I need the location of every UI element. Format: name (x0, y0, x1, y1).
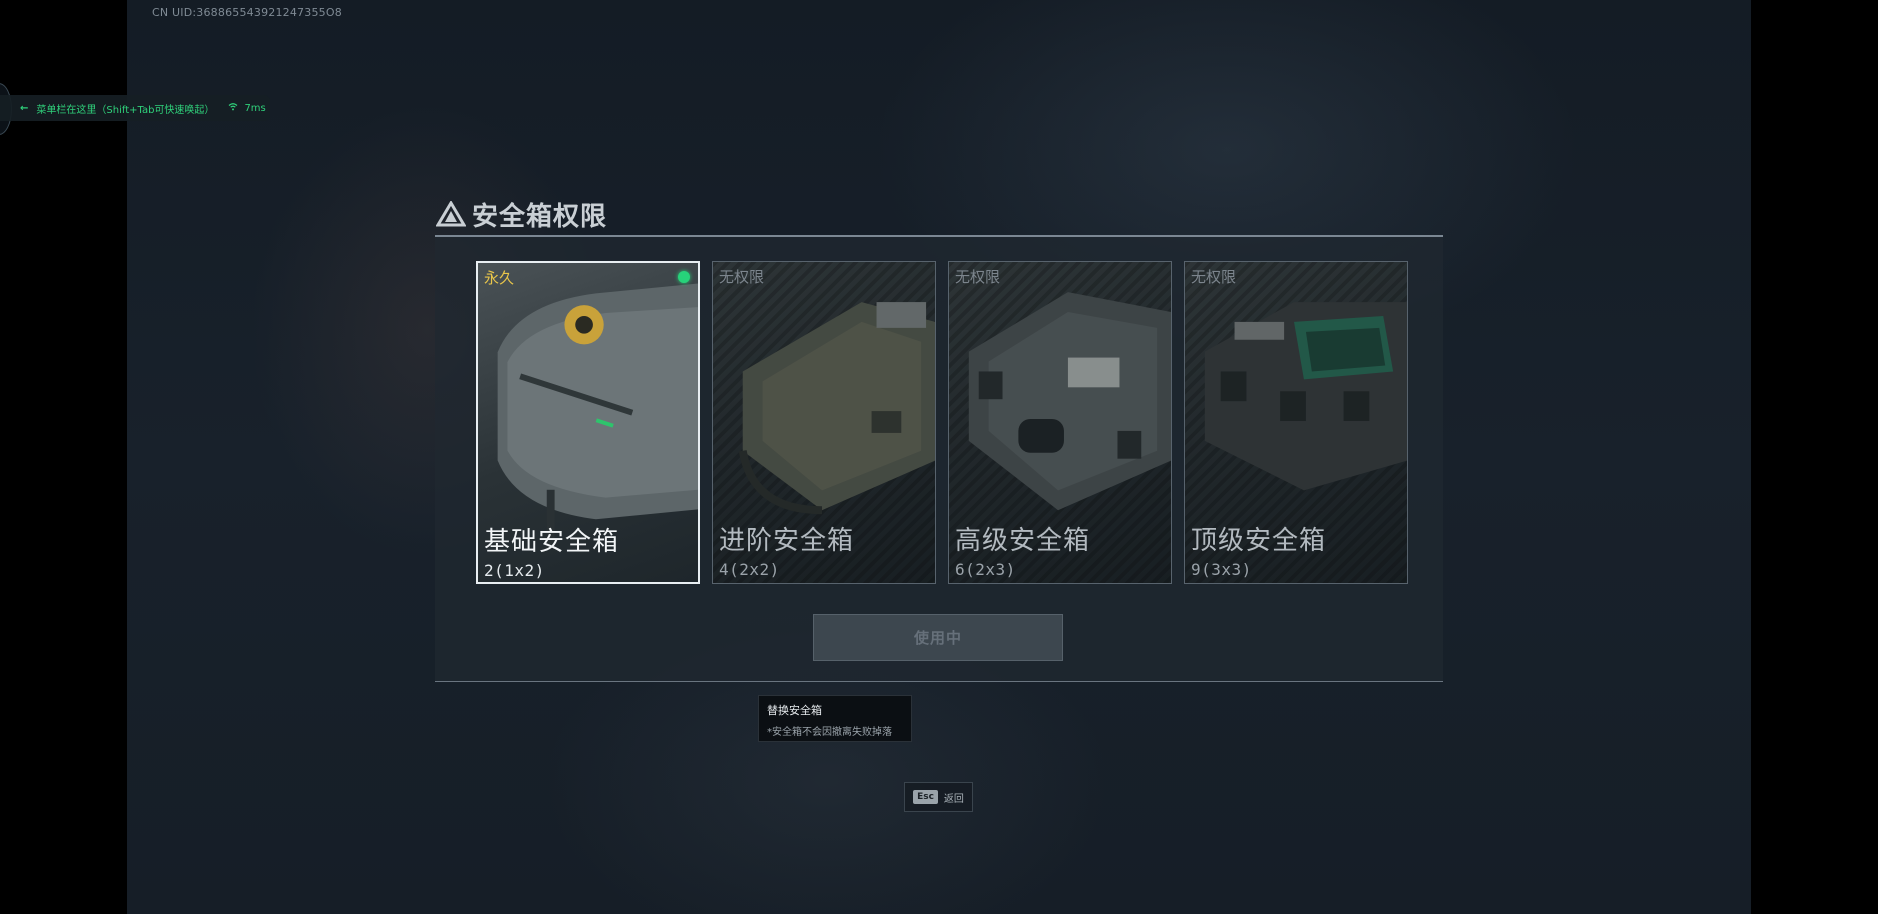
card-status: 无权限 (1191, 268, 1237, 286)
card-name: 进阶安全箱 (719, 526, 855, 556)
dialog-header: 安全箱权限 (436, 196, 607, 232)
card-capacity: 6(2x3) (955, 560, 1016, 579)
card-status: 永久 (484, 269, 515, 287)
in-use-button[interactable]: 使用中 (813, 614, 1063, 661)
warning-triangle-icon (436, 201, 466, 227)
menu-hint-text: 菜单栏在这里（Shift+Tab可快速唤起） (36, 104, 215, 116)
arrow-left-icon: ← (20, 102, 29, 114)
card-name: 顶级安全箱 (1191, 526, 1327, 556)
card-status: 无权限 (719, 268, 765, 286)
wifi-icon (228, 102, 238, 114)
esc-key-icon: Esc (913, 790, 938, 804)
equipped-indicator (678, 271, 690, 283)
safe-box-card-top[interactable]: 无权限 顶级安全箱 9(3x3) (1184, 261, 1408, 584)
ping-value: 7ms (244, 102, 266, 114)
menu-hint-bar[interactable]: ← 菜单栏在这里（Shift+Tab可快速唤起） 7ms (0, 95, 270, 121)
safe-box-card-basic[interactable]: 永久 基础安全箱 2(1x2) (476, 261, 700, 584)
uid-label: CN UID:368865543921247355O8 (152, 6, 342, 19)
replace-tooltip: 替换安全箱 *安全箱不会因撤离失败掉落 (758, 695, 912, 742)
card-name: 高级安全箱 (955, 526, 1091, 556)
card-capacity: 2(1x2) (484, 561, 545, 580)
card-status: 无权限 (955, 268, 1001, 286)
back-label: 返回 (943, 793, 964, 805)
card-name: 基础安全箱 (484, 527, 620, 557)
card-capacity: 9(3x3) (1191, 560, 1252, 579)
safe-box-card-advanced[interactable]: 无权限 进阶安全箱 4(2x2) (712, 261, 936, 584)
back-button[interactable]: Esc 返回 (904, 782, 973, 812)
card-capacity: 4(2x2) (719, 560, 780, 579)
dialog-title: 安全箱权限 (472, 201, 608, 232)
safe-box-card-premium[interactable]: 无权限 高级安全箱 6(2x3) (948, 261, 1172, 584)
tooltip-note: *安全箱不会因撤离失败掉落 (767, 727, 892, 738)
tooltip-title: 替换安全箱 (767, 704, 822, 717)
